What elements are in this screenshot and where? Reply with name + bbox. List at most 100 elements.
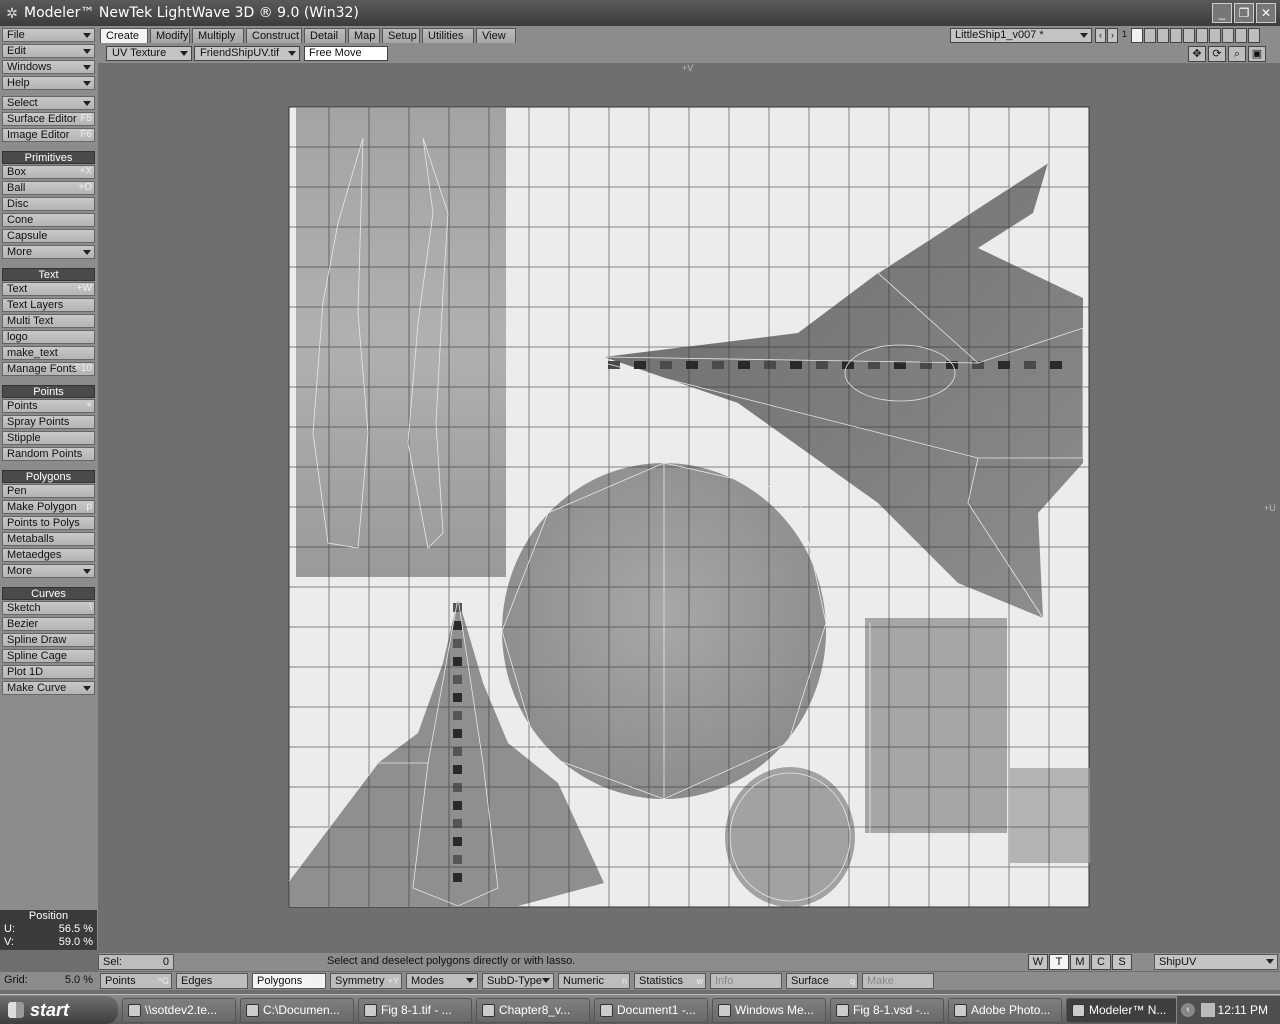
mode-numeric-button[interactable]: Numeric n <box>558 973 630 989</box>
sidebar-more-button[interactable]: More <box>2 564 95 578</box>
uv-map-dropdown[interactable]: ShipUV <box>1154 954 1278 970</box>
tray-expand-icon[interactable]: ‹ <box>1181 1003 1195 1017</box>
layer-next-icon[interactable]: › <box>1107 28 1118 43</box>
uv-map-canvas[interactable] <box>98 63 1280 952</box>
layer-toggle[interactable] <box>1183 28 1195 43</box>
sidebar-points-to-polys-button[interactable]: Points to Polys <box>2 516 95 530</box>
mode-polygons-button[interactable]: Polygons ^H <box>252 973 326 989</box>
sidebar-disc-button[interactable]: Disc <box>2 197 95 211</box>
sidebar-multi-text-button[interactable]: Multi Text <box>2 314 95 328</box>
taskbar-task[interactable]: \\sotdev2.te... <box>122 998 236 1023</box>
layer-toggle[interactable] <box>1157 28 1169 43</box>
tab-create[interactable]: Create <box>100 28 148 43</box>
sidebar-points-button[interactable]: Points + <box>2 399 95 413</box>
layer-toggle[interactable] <box>1131 28 1143 43</box>
close-icon[interactable]: ✕ <box>1256 3 1276 23</box>
zoom-view-icon[interactable]: ⌕ <box>1228 46 1246 62</box>
sidebar-windows-button[interactable]: Windows <box>2 60 95 74</box>
tab-multiply[interactable]: Multiply <box>192 28 244 43</box>
layer-toggle[interactable] <box>1222 28 1234 43</box>
sidebar-logo-button[interactable]: logo <box>2 330 95 344</box>
sidebar-bezier-button[interactable]: Bezier <box>2 617 95 631</box>
mode-edges-button[interactable]: Edges <box>176 973 248 989</box>
taskbar-task[interactable]: Modeler™ N... <box>1066 998 1180 1023</box>
sidebar-surface-editor-button[interactable]: Surface Editor F5 <box>2 112 95 126</box>
rotate-view-icon[interactable]: ⟳ <box>1208 46 1226 62</box>
taskbar-task[interactable]: Fig 8-1.tif - ... <box>358 998 472 1023</box>
start-button[interactable]: start <box>0 996 118 1024</box>
tab-detail[interactable]: Detail <box>304 28 346 43</box>
mode-modes-button[interactable]: Modes <box>406 973 478 989</box>
maximize-viewport-icon[interactable]: ▣ <box>1248 46 1266 62</box>
layer-toggle[interactable] <box>1196 28 1208 43</box>
mode-statistics-button[interactable]: Statistics w <box>634 973 706 989</box>
layer-toggle[interactable] <box>1144 28 1156 43</box>
sidebar-text-button[interactable]: Text +W <box>2 282 95 296</box>
sidebar-make-polygon-button[interactable]: Make Polygon p <box>2 500 95 514</box>
uv-texture-dropdown[interactable]: UV Texture <box>106 46 192 61</box>
uv-viewport[interactable]: +V +U <box>98 63 1280 952</box>
mode-info-button[interactable]: Info <box>710 973 782 989</box>
mode-points-button[interactable]: Points ^G <box>100 973 172 989</box>
sidebar-make-curve-button[interactable]: Make Curve <box>2 681 95 695</box>
view-mode-s-button[interactable]: S <box>1112 954 1132 970</box>
taskbar-task[interactable]: Document1 -... <box>594 998 708 1023</box>
tab-modify[interactable]: Modify <box>150 28 190 43</box>
sidebar-make-text-button[interactable]: make_text <box>2 346 95 360</box>
tab-setup[interactable]: Setup <box>382 28 420 43</box>
taskbar-task[interactable]: Chapter8_v... <box>476 998 590 1023</box>
sidebar-file-button[interactable]: File <box>2 28 95 42</box>
taskbar-task[interactable]: C:\Documen... <box>240 998 354 1023</box>
restore-icon[interactable]: ❐ <box>1234 3 1254 23</box>
taskbar-task[interactable]: Fig 8-1.vsd -... <box>830 998 944 1023</box>
sidebar-edit-button[interactable]: Edit <box>2 44 95 58</box>
view-mode-c-button[interactable]: C <box>1091 954 1111 970</box>
layer-toggle[interactable] <box>1170 28 1182 43</box>
tab-view[interactable]: View <box>476 28 516 43</box>
sidebar-more-button[interactable]: More <box>2 245 95 259</box>
sidebar-pen-button[interactable]: Pen <box>2 484 95 498</box>
sidebar-text-layers-button[interactable]: Text Layers <box>2 298 95 312</box>
view-mode-w-button[interactable]: W <box>1028 954 1048 970</box>
layer-toggle[interactable] <box>1248 28 1260 43</box>
sidebar-select-button[interactable]: Select <box>2 96 95 110</box>
sidebar-spline-draw-button[interactable]: Spline Draw <box>2 633 95 647</box>
image-dropdown[interactable]: FriendShipUV.tif <box>194 46 300 61</box>
network-icon[interactable] <box>1201 1003 1215 1017</box>
sidebar-sketch-button[interactable]: Sketch \ <box>2 601 95 615</box>
mode-surface-button[interactable]: Surface q <box>786 973 858 989</box>
sidebar-manage-fonts-button[interactable]: Manage Fonts F10 <box>2 362 95 376</box>
mode-make-button[interactable]: Make <box>862 973 934 989</box>
sidebar-metaedges-button[interactable]: Metaedges <box>2 548 95 562</box>
shortcut-hint: +W <box>76 283 92 294</box>
sidebar-box-button[interactable]: Box +X <box>2 165 95 179</box>
sidebar-help-button[interactable]: Help <box>2 76 95 90</box>
sidebar-random-points-button[interactable]: Random Points <box>2 447 95 461</box>
layer-toggle[interactable] <box>1209 28 1221 43</box>
move-view-icon[interactable]: ✥ <box>1188 46 1206 62</box>
sidebar-ball-button[interactable]: Ball +O <box>2 181 95 195</box>
taskbar-task[interactable]: Adobe Photo... <box>948 998 1062 1023</box>
layer-prev-icon[interactable]: ‹ <box>1095 28 1106 43</box>
sidebar-image-editor-button[interactable]: Image Editor F6 <box>2 128 95 142</box>
view-mode-m-button[interactable]: M <box>1070 954 1090 970</box>
sidebar-plot-1d-button[interactable]: Plot 1D <box>2 665 95 679</box>
tab-utilities[interactable]: Utilities <box>422 28 474 43</box>
mode-subd-type-button[interactable]: SubD-Type <box>482 973 554 989</box>
tab-construct[interactable]: Construct <box>246 28 302 43</box>
sidebar-stipple-button[interactable]: Stipple <box>2 431 95 445</box>
tab-map[interactable]: Map <box>348 28 380 43</box>
sidebar-metaballs-button[interactable]: Metaballs <box>2 532 95 546</box>
taskbar-task[interactable]: Windows Me... <box>712 998 826 1023</box>
object-selector[interactable]: LittleShip1_v007 * <box>950 28 1092 43</box>
sidebar-spray-points-button[interactable]: Spray Points <box>2 415 95 429</box>
sidebar-cone-button[interactable]: Cone <box>2 213 95 227</box>
minimize-icon[interactable]: _ <box>1212 3 1232 23</box>
layer-toggle[interactable] <box>1235 28 1247 43</box>
mode-symmetry-button[interactable]: Symmetry +Y <box>330 973 402 989</box>
lightwave-app-icon[interactable]: ✲ <box>4 5 20 21</box>
current-tool-field[interactable]: Free Move <box>304 46 388 61</box>
sidebar-capsule-button[interactable]: Capsule <box>2 229 95 243</box>
sidebar-spline-cage-button[interactable]: Spline Cage <box>2 649 95 663</box>
view-mode-t-button[interactable]: T <box>1049 954 1069 970</box>
